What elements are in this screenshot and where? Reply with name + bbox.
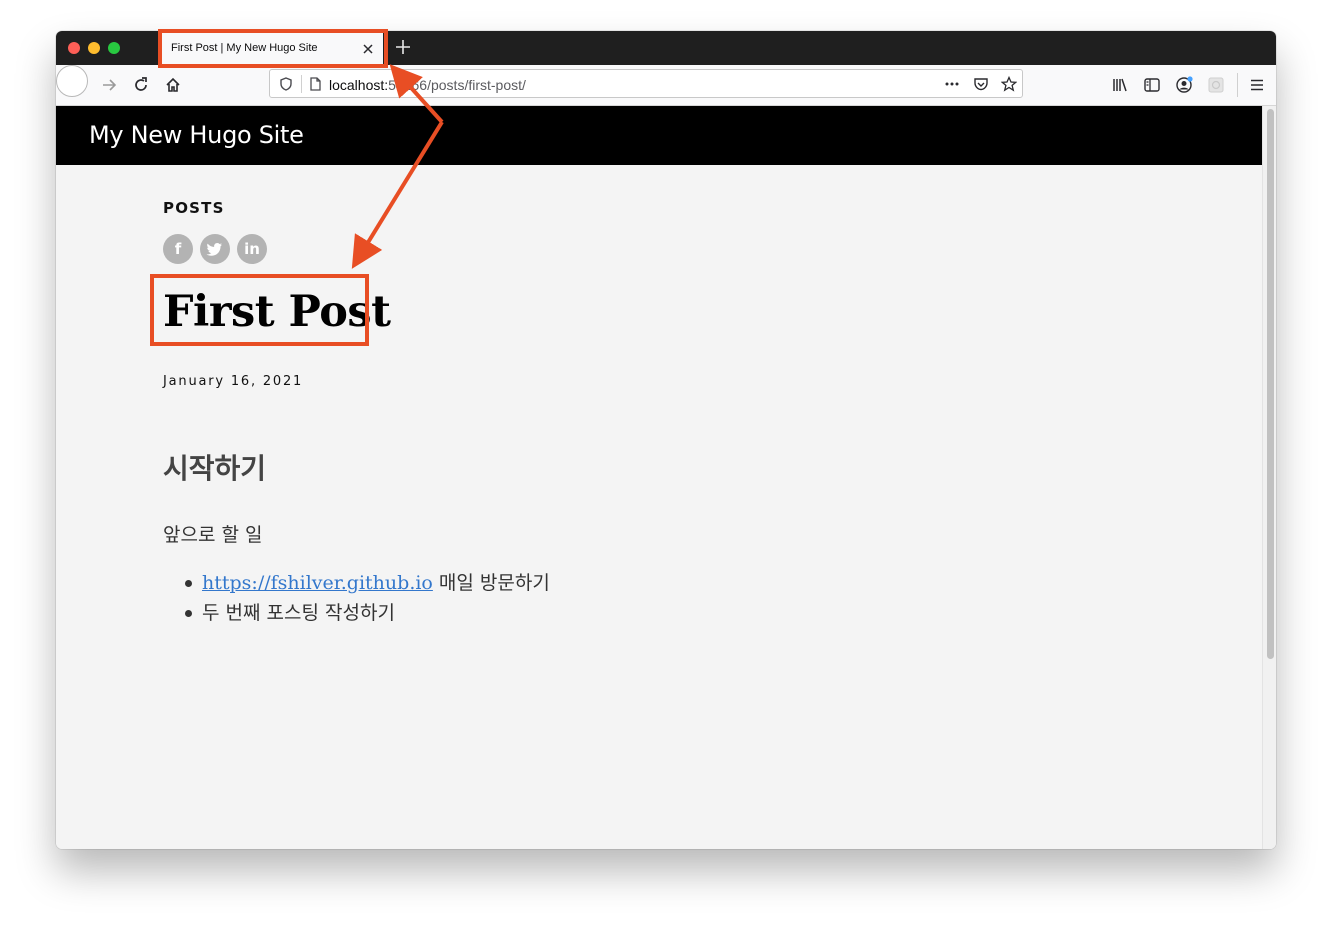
reload-icon [135, 77, 147, 91]
todo-list: https://fshilver.github.io 매일 방문하기 두 번째 … [163, 568, 550, 628]
back-button[interactable] [56, 65, 672, 97]
post-date: January 16, 2021 [163, 374, 304, 389]
home-icon [166, 77, 180, 92]
facebook-share-button[interactable]: f [163, 234, 193, 264]
tab-strip: First Post | My New Hugo Site [56, 31, 1276, 65]
page-icon [307, 76, 323, 92]
bookmark-star-icon[interactable] [1001, 76, 1017, 92]
scrollbar-track[interactable] [1262, 106, 1276, 849]
address-bar[interactable]: localhost:54266/posts/first-post/ [269, 69, 1023, 98]
list-item-suffix: 매일 방문하기 [432, 572, 550, 594]
forward-button[interactable] [94, 70, 124, 100]
site-header: My New Hugo Site [56, 106, 1262, 165]
browser-window: First Post | My New Hugo Site localhost:… [56, 31, 1276, 849]
twitter-share-button[interactable] [200, 234, 230, 264]
list-item: https://fshilver.github.io 매일 방문하기 [163, 568, 550, 598]
shield-icon[interactable] [278, 76, 294, 92]
linkedin-share-button[interactable]: in [237, 234, 267, 264]
forward-arrow-icon [103, 79, 117, 91]
home-button[interactable] [158, 70, 188, 100]
section-label[interactable]: POSTS [163, 199, 225, 217]
post-heading: 시작하기 [163, 452, 267, 485]
library-icon[interactable] [1111, 76, 1129, 94]
url-text: localhost:54266/posts/first-post/ [329, 77, 526, 93]
window-zoom-button[interactable] [108, 42, 120, 54]
url-port: 54266 [388, 77, 428, 93]
url-path: /posts/first-post/ [427, 77, 526, 93]
extension-icon[interactable] [1207, 76, 1225, 94]
new-tab-icon[interactable] [394, 38, 412, 56]
scrollbar-thumb[interactable] [1267, 109, 1274, 659]
account-icon[interactable] [1175, 76, 1193, 94]
window-minimize-button[interactable] [88, 42, 100, 54]
tab-title: First Post | My New Hugo Site [171, 42, 318, 54]
menu-hamburger-icon[interactable] [1248, 76, 1266, 94]
nav-toolbar: localhost:54266/posts/first-post/ [56, 65, 1276, 106]
list-item-text: 두 번째 포스팅 작성하기 [202, 602, 395, 624]
reload-button[interactable] [126, 70, 156, 100]
post-title: First Post [163, 287, 391, 337]
page-actions-icon[interactable] [944, 76, 960, 92]
page-viewport: My New Hugo Site POSTS f in First Post J… [56, 106, 1276, 849]
sidebar-icon[interactable] [1143, 76, 1161, 94]
twitter-icon [200, 234, 230, 264]
window-close-button[interactable] [68, 42, 80, 54]
tab-close-icon[interactable] [361, 42, 375, 56]
facebook-icon: f [174, 240, 182, 258]
post-link[interactable]: https://fshilver.github.io [202, 572, 433, 594]
linkedin-icon: in [244, 240, 260, 258]
pocket-icon[interactable] [973, 76, 989, 92]
post-paragraph: 앞으로 할 일 [163, 524, 263, 546]
site-title-link[interactable]: My New Hugo Site [89, 121, 304, 149]
toolbar-divider [1237, 73, 1238, 97]
list-item: 두 번째 포스팅 작성하기 [163, 598, 550, 628]
url-host: localhost: [329, 77, 389, 93]
active-tab[interactable]: First Post | My New Hugo Site [161, 33, 383, 64]
address-bar-divider [301, 75, 302, 93]
